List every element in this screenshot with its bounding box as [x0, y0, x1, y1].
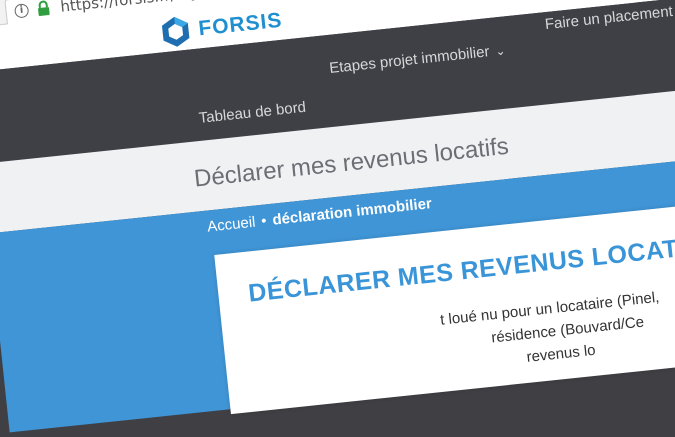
nav-item-etapes-projet[interactable]: Etapes projet immobilier ⌄: [328, 42, 506, 77]
page-scene: i https://forsis.fr/mysp FORSIS Tableau …: [0, 0, 675, 433]
lock-icon: [38, 0, 50, 16]
breadcrumb-separator: •: [260, 212, 268, 230]
breadcrumb-home-link[interactable]: Accueil: [206, 214, 256, 236]
nav-item-label: Etapes projet immobilier: [328, 43, 491, 77]
hexagon-logo-icon: [161, 16, 190, 47]
chevron-down-icon: ⌄: [494, 43, 507, 59]
nav-item-tableau-de-bord[interactable]: Tableau de bord: [198, 99, 307, 127]
info-icon[interactable]: i: [13, 3, 30, 19]
logo-text: FORSIS: [197, 8, 284, 41]
nav-item-label: Tableau de bord: [197, 98, 307, 127]
card-text-line: revenus lo: [525, 341, 597, 366]
